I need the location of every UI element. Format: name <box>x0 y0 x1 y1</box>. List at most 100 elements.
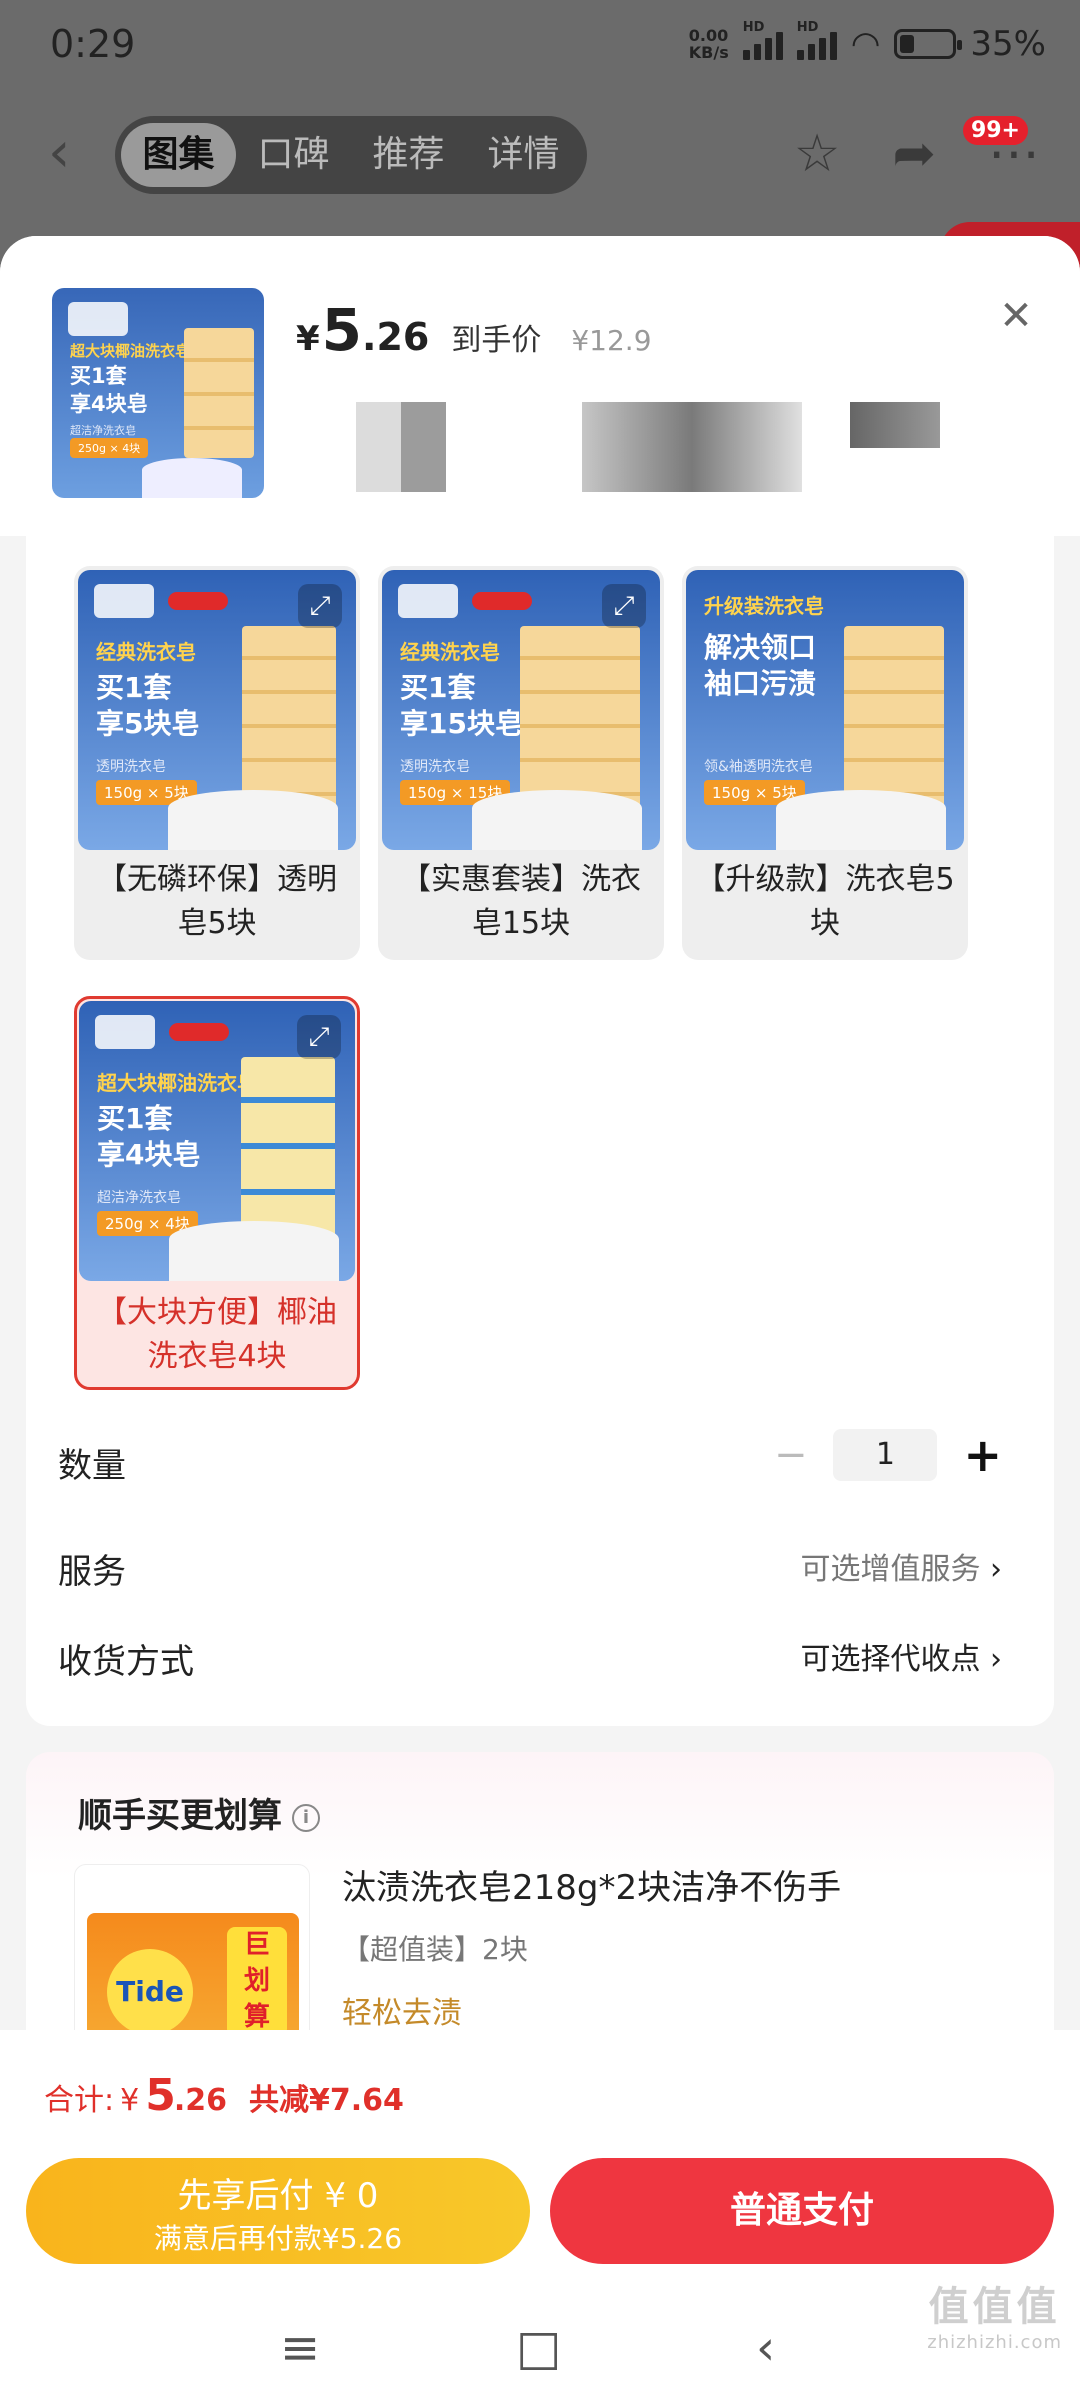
favorite-star-icon[interactable]: ☆ <box>794 124 841 184</box>
option-label: 【大块方便】椰油洗衣皂4块 <box>97 1295 337 1374</box>
option-image-line1: 经典洗衣皂 <box>96 640 196 664</box>
info-icon[interactable]: i <box>292 1803 320 1832</box>
option-image-line3: 透明洗衣皂 <box>96 759 166 775</box>
system-back-icon[interactable]: ‹ <box>756 2320 775 2376</box>
pedestal-image <box>168 790 338 850</box>
system-nav-bar: ≡ □ ‹ <box>0 2310 1080 2400</box>
total-label: 合计: <box>44 2083 115 2118</box>
thumb-line4: 250g × 4块 <box>70 438 149 458</box>
chevron-right-icon: › <box>990 1642 1002 1677</box>
option-image-line2: 买1套 享15块皂 <box>400 671 523 740</box>
checkout-bar: 合计: ¥ 5 .26 共减¥7.64 先享后付 ¥ 0 满意后再付款¥5.26… <box>0 2030 1080 2400</box>
soap-image <box>241 1057 335 1247</box>
brand-logo <box>95 1015 155 1049</box>
expand-icon[interactable]: ⤢ <box>297 1015 341 1059</box>
total-saving: 共减¥7.64 <box>248 2083 404 2118</box>
soap-image <box>520 626 640 816</box>
pay-later-button[interactable]: 先享后付 ¥ 0 满意后再付款¥5.26 <box>26 2158 530 2264</box>
price-row: ¥ 5 .26 到手价 ¥12.9 <box>296 296 652 364</box>
tab-recommend[interactable]: 推荐 <box>351 123 466 187</box>
price-tag: 到手价 <box>451 323 542 358</box>
option-image-line2: 买1套 享5块皂 <box>96 671 200 740</box>
signal-icon: HD <box>742 20 783 60</box>
expand-icon[interactable]: ⤢ <box>298 584 342 628</box>
hd-label-2: HD <box>796 20 819 35</box>
back-icon[interactable]: ‹ <box>48 125 88 181</box>
thumb-line1: 超大块椰油洗衣皂 <box>70 342 191 360</box>
upsell-product-name[interactable]: 汰渍洗衣皂218g*2块洁净不伤手 <box>342 1860 841 1909</box>
increment-button[interactable]: + <box>963 1428 1002 1482</box>
notification-badge: 99+ <box>962 116 1028 145</box>
status-time: 0:29 <box>50 22 136 66</box>
status-bar: 0:29 0.00 KB/s HD HD ◠ 35% <box>0 0 1080 96</box>
tab-details[interactable]: 详情 <box>466 123 581 187</box>
net-speed: 0.00 KB/s <box>688 26 729 62</box>
total-integer: 5 <box>145 2070 176 2121</box>
thumb-line3: 超洁净洗衣皂 <box>70 424 136 437</box>
close-icon[interactable]: ✕ <box>996 296 1036 336</box>
more-icon[interactable]: ⋯ 99+ <box>962 116 1040 184</box>
quantity-input[interactable]: 1 <box>833 1429 938 1481</box>
tide-logo: Tide <box>107 1949 193 2035</box>
decrement-button[interactable]: − <box>774 1432 808 1478</box>
battery-icon <box>894 29 963 59</box>
option-image: 超大块椰油洗衣皂 买1套 享4块皂 超洁净洗衣皂 250g × 4块 ⤢ <box>79 1001 355 1281</box>
option-card[interactable]: 经典洗衣皂 买1套 享15块皂 透明洗衣皂 150g × 15块 ⤢ 【实惠套装… <box>378 566 664 960</box>
option-panel: 经典洗衣皂 买1套 享5块皂 透明洗衣皂 150g × 5块 ⤢ 【无磷环保】透… <box>26 536 1054 1726</box>
share-icon[interactable]: ➦ <box>892 124 936 184</box>
pedestal-image <box>776 790 946 850</box>
service-row[interactable]: 服务 可选增值服务 › <box>58 1544 1022 1593</box>
pay-now-button[interactable]: 普通支付 <box>550 2158 1054 2264</box>
pay-later-line2: 满意后再付款¥5.26 <box>153 2222 403 2255</box>
option-label: 【升级款】洗衣皂5块 <box>695 862 955 941</box>
brand-badge <box>169 1023 229 1041</box>
upsell-product-tag: 轻松去渍 <box>342 1996 462 2031</box>
brand-badge <box>168 592 228 610</box>
hd-label: HD <box>742 20 765 35</box>
home-icon[interactable]: □ <box>516 2320 561 2376</box>
blurred-spec-text-3 <box>850 402 940 448</box>
brand-logo <box>94 584 154 618</box>
option-card-selected[interactable]: 超大块椰油洗衣皂 买1套 享4块皂 超洁净洗衣皂 250g × 4块 ⤢ 【大块… <box>74 996 360 1390</box>
soap-image <box>844 626 944 816</box>
option-image: 经典洗衣皂 买1套 享15块皂 透明洗衣皂 150g × 15块 ⤢ <box>382 570 660 850</box>
nav-actions: ☆ ➦ ⋯ 99+ <box>794 116 1040 184</box>
tab-bar: 图集 口碑 推荐 详情 <box>115 116 587 194</box>
price-decimal: .26 <box>362 315 430 359</box>
total-currency: ¥ <box>120 2083 140 2118</box>
option-label: 【无磷环保】透明皂5块 <box>97 862 337 941</box>
pedestal-image <box>472 790 642 850</box>
option-card[interactable]: 经典洗衣皂 买1套 享5块皂 透明洗衣皂 150g × 5块 ⤢ 【无磷环保】透… <box>74 566 360 960</box>
menu-icon[interactable]: ≡ <box>280 2320 320 2376</box>
delivery-value: 可选择代收点 › <box>800 1634 1002 1678</box>
option-label: 【实惠套装】洗衣皂15块 <box>401 862 641 941</box>
option-image-line1: 经典洗衣皂 <box>400 640 500 664</box>
promo-tag-image: 巨 划 算 <box>227 1927 287 2037</box>
brand-logo <box>68 302 128 336</box>
watermark-main: 值值值 <box>928 2284 1061 2330</box>
tab-gallery[interactable]: 图集 <box>121 123 236 187</box>
option-image-line3: 超洁净洗衣皂 <box>97 1190 181 1206</box>
selected-product-thumbnail[interactable]: 超大块椰油洗衣皂 买1套 享4块皂 超洁净洗衣皂 250g × 4块 <box>52 288 264 498</box>
option-image: 经典洗衣皂 买1套 享5块皂 透明洗衣皂 150g × 5块 ⤢ <box>78 570 356 850</box>
option-image-line2: 买1套 享4块皂 <box>97 1102 201 1171</box>
top-nav: ‹ 图集 口碑 推荐 详情 ☆ ➦ ⋯ 99+ <box>0 110 1080 200</box>
option-card[interactable]: 升级装洗衣皂 解决领口 袖口污渍 领&袖透明洗衣皂 150g × 5块 【升级款… <box>682 566 968 960</box>
quantity-label: 数量 <box>58 1446 126 1486</box>
delivery-row[interactable]: 收货方式 可选择代收点 › <box>58 1634 1022 1683</box>
service-value-text: 可选增值服务 <box>800 1552 981 1587</box>
pedestal-image <box>169 1221 339 1281</box>
soap-image <box>184 328 254 458</box>
soap-image <box>242 626 336 816</box>
pay-later-line1: 先享后付 ¥ 0 <box>177 2176 379 2216</box>
watermark: 值值值 zhizhizhi.com <box>927 2274 1062 2353</box>
quantity-row: 数量 − 1 + <box>58 1428 1022 1487</box>
upsell-product-spec: 【超值装】2块 <box>342 1933 528 1966</box>
pedestal-image <box>142 458 242 498</box>
expand-icon[interactable]: ⤢ <box>602 584 646 628</box>
delivery-value-text: 可选择代收点 <box>800 1642 981 1677</box>
tab-reviews[interactable]: 口碑 <box>236 123 351 187</box>
watermark-sub: zhizhizhi.com <box>927 2332 1062 2353</box>
price-currency: ¥ <box>296 319 320 359</box>
option-image-line1: 超大块椰油洗衣皂 <box>97 1071 257 1095</box>
